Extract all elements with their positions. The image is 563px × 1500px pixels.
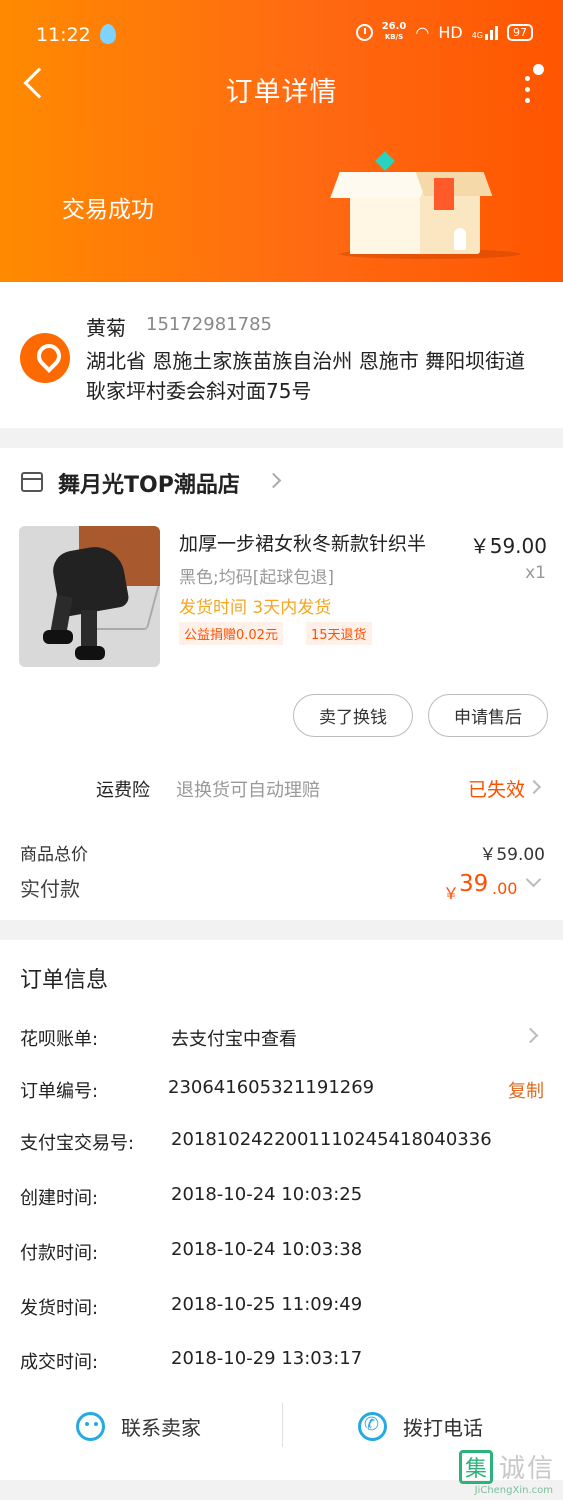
receiver-phone: 15172981785 bbox=[146, 314, 272, 335]
goods-total-label: 商品总价 bbox=[20, 845, 88, 865]
product-quantity: x1 bbox=[525, 563, 546, 583]
chat-icon bbox=[76, 1411, 105, 1441]
trade-status: 交易成功 bbox=[62, 197, 154, 223]
contact-seller-button[interactable]: 联系卖家 bbox=[76, 1408, 201, 1444]
alarm-icon bbox=[355, 23, 373, 41]
call-phone-button[interactable]: 拨打电话 bbox=[358, 1408, 483, 1444]
insurance-label: 运费险 bbox=[96, 780, 150, 801]
product-spec: 黑色;均码[起球包退] bbox=[179, 568, 334, 588]
watermark: 集 诚信 bbox=[458, 1448, 555, 1485]
signal-icon: 4G bbox=[472, 24, 498, 40]
order-info-title: 订单信息 bbox=[20, 968, 109, 993]
footer-divider bbox=[282, 1403, 283, 1447]
watermark-text: 诚信 bbox=[498, 1454, 555, 1484]
call-phone-label: 拨打电话 bbox=[403, 1415, 483, 1440]
paid-currency: ￥ bbox=[443, 884, 460, 903]
sell-button[interactable]: 卖了换钱 bbox=[293, 694, 413, 737]
ship-time: 发货时间 3天内发货 bbox=[179, 598, 332, 618]
hd-indicator: HD bbox=[438, 22, 463, 42]
status-indicators: 26.0 KB/S ◠ HD 4G 97 bbox=[355, 21, 533, 42]
insurance-desc: 退换货可自动理赔 bbox=[176, 780, 320, 801]
location-pin-icon bbox=[20, 333, 70, 383]
after-sale-button[interactable]: 申请售后 bbox=[428, 694, 548, 737]
shop-icon bbox=[21, 472, 43, 492]
more-icon[interactable] bbox=[525, 76, 531, 104]
closed-time-value: 2018-10-29 13:03:17 bbox=[171, 1348, 363, 1369]
network-speed: 26.0 KB/S bbox=[381, 21, 407, 42]
paid-time-label: 付款时间: bbox=[20, 1243, 99, 1264]
order-number-label: 订单编号: bbox=[20, 1081, 99, 1102]
wifi-icon: ◠ bbox=[415, 22, 430, 42]
status-bar: 11:22 26.0 KB/S ◠ HD 4G 97 bbox=[0, 0, 563, 68]
package-illustration bbox=[330, 150, 520, 265]
status-time: 11:22 bbox=[36, 24, 91, 46]
alipay-trade-label: 支付宝交易号: bbox=[20, 1133, 135, 1154]
goods-total-value: ￥59.00 bbox=[479, 845, 545, 865]
shipped-time-value: 2018-10-25 11:09:49 bbox=[171, 1294, 363, 1315]
order-number-value: 230641605321191269 bbox=[168, 1077, 375, 1098]
created-time-label: 创建时间: bbox=[20, 1188, 99, 1209]
paid-time-value: 2018-10-24 10:03:38 bbox=[171, 1239, 363, 1260]
huabei-label: 花呗账单: bbox=[20, 1029, 99, 1050]
closed-time-label: 成交时间: bbox=[20, 1352, 99, 1373]
battery-icon: 97 bbox=[507, 23, 533, 41]
notification-dot bbox=[533, 64, 544, 75]
receiver-name: 黄菊 bbox=[86, 316, 126, 340]
product-image[interactable] bbox=[19, 526, 160, 667]
watermark-logo: 集 bbox=[458, 1449, 493, 1484]
insurance-status[interactable]: 已失效 bbox=[468, 775, 525, 802]
order-header: 11:22 26.0 KB/S ◠ HD 4G 97 订单详情 交易成功 bbox=[0, 0, 563, 282]
paid-amount: 39 bbox=[459, 871, 489, 897]
shipped-time-label: 发货时间: bbox=[20, 1298, 99, 1319]
product-title[interactable]: 加厚一步裙女秋冬新款针织半 bbox=[179, 529, 426, 556]
paid-label: 实付款 bbox=[20, 877, 80, 901]
shop-name[interactable]: 舞月光TOP潮品店 bbox=[58, 467, 240, 499]
alipay-trade-value: 2018102422001110245418040336 bbox=[171, 1129, 492, 1150]
notification-drop-icon bbox=[100, 24, 116, 44]
product-price: ￥59.00 bbox=[469, 534, 547, 558]
return-tag: 15天退货 bbox=[306, 622, 372, 645]
page-title: 订单详情 bbox=[225, 77, 338, 108]
order-info-card bbox=[0, 940, 563, 1480]
created-time-value: 2018-10-24 10:03:25 bbox=[171, 1184, 363, 1205]
watermark-url: JiChengXin.com bbox=[474, 1485, 553, 1496]
copy-button[interactable]: 复制 bbox=[508, 1077, 544, 1103]
paid-decimal: .00 bbox=[492, 879, 518, 898]
phone-icon bbox=[358, 1411, 387, 1441]
charity-tag: 公益捐赠0.02元 bbox=[179, 622, 283, 645]
huabei-value[interactable]: 去支付宝中查看 bbox=[171, 1025, 297, 1051]
contact-seller-label: 联系卖家 bbox=[121, 1415, 201, 1440]
receiver-address: 湖北省 恩施土家族苗族自治州 恩施市 舞阳坝街道 耿家坪村委会斜对面75号 bbox=[86, 349, 526, 403]
